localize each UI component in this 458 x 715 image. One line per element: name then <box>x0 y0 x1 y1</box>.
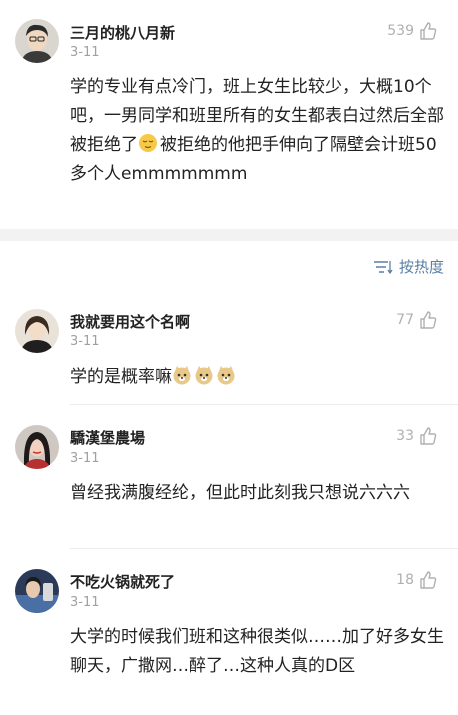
sort-label: 按热度 <box>398 258 444 276</box>
avatar[interactable] <box>15 309 59 353</box>
comment-date: 3-11 <box>70 45 100 60</box>
comment-item: 我就要用这个名啊 3-11 77 学的是概率嘛 <box>0 300 458 405</box>
username[interactable]: 我就要用这个名啊 <box>70 311 190 332</box>
comment-text: 学的专业有点冷门，班上女生比较少，大概10个吧，一男同学和班里所有的女生都表白过… <box>70 73 450 189</box>
sort-icon <box>373 259 393 275</box>
comment-item: 驕漢堡農場 3-11 33 曾经我满腹经纶，但此时此刻我只想说六六六 <box>0 405 458 549</box>
comment-date: 3-11 <box>70 334 100 349</box>
like-count: 539 <box>387 23 414 39</box>
thumbs-up-icon <box>418 21 438 41</box>
doge-emoji <box>194 365 214 385</box>
avatar[interactable] <box>15 569 59 613</box>
like-button[interactable]: 33 <box>396 426 438 446</box>
sort-by-hot-button[interactable]: 按热度 <box>373 256 444 277</box>
comment-item: 三月的桃八月新 3-11 539 学的专业有点冷门，班上女生比较少，大概10个吧… <box>0 0 458 229</box>
like-count: 77 <box>396 312 414 328</box>
avatar[interactable] <box>15 425 59 469</box>
thumbs-up-icon <box>418 426 438 446</box>
username[interactable]: 三月的桃八月新 <box>70 22 175 43</box>
comment-date: 3-11 <box>70 451 100 466</box>
comment-text-part: 学的是概率嘛 <box>70 367 172 387</box>
comment-item: 不吃火锅就死了 3-11 18 大学的时候我们班和这种很类似……加了好多女生聊天… <box>0 549 458 715</box>
relieved-face-emoji <box>138 133 158 153</box>
thumbs-up-icon <box>418 310 438 330</box>
like-count: 33 <box>396 428 414 444</box>
username[interactable]: 驕漢堡農場 <box>70 427 145 448</box>
like-button[interactable]: 77 <box>396 310 438 330</box>
comment-text: 大学的时候我们班和这种很类似……加了好多女生聊天，广撒网…醉了…这种人真的D区 <box>70 627 444 676</box>
comment-date: 3-11 <box>70 595 100 610</box>
thumbs-up-icon <box>418 570 438 590</box>
like-count: 18 <box>396 572 414 588</box>
doge-emoji <box>216 365 236 385</box>
like-button[interactable]: 539 <box>387 21 438 41</box>
avatar[interactable] <box>15 19 59 63</box>
username[interactable]: 不吃火锅就死了 <box>70 571 175 592</box>
comment-text: 曾经我满腹经纶，但此时此刻我只想说六六六 <box>70 483 410 503</box>
comment-text: 学的是概率嘛 <box>70 363 450 392</box>
doge-emoji <box>172 365 192 385</box>
section-separator <box>0 229 458 241</box>
like-button[interactable]: 18 <box>396 570 438 590</box>
